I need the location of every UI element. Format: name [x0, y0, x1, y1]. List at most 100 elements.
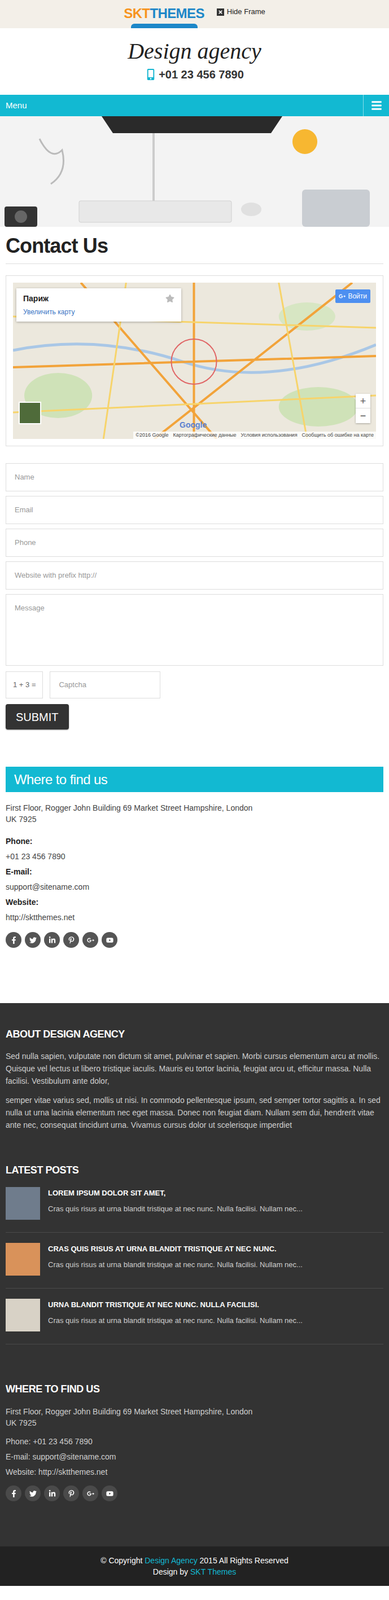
- post-thumbnail: [5, 1299, 41, 1333]
- footer-latest-posts: LATEST POSTSLOREM IPSUM DOLOR SIT AMET,C…: [5, 1163, 384, 1346]
- facebook-icon: [10, 1491, 18, 1499]
- map-login-button[interactable]: Войти: [335, 289, 371, 304]
- contact-info: Where to find us First Floor, Rogger John…: [5, 767, 384, 1004]
- map-attribution: ©2016 GoogleКартографические данные Услов…: [133, 431, 377, 440]
- skt-logo[interactable]: SKTTHEMES: [123, 0, 205, 29]
- site-header: Design agency+01 23 456 7890: [0, 28, 389, 95]
- post-title[interactable]: LOREM IPSUM DOLOR SIT AMET,: [47, 1189, 303, 1200]
- youtube-icon: [106, 1491, 114, 1499]
- post-thumbnail: [5, 1187, 41, 1221]
- nav-bar: Menu: [0, 94, 389, 117]
- post-thumbnail: [5, 1243, 41, 1277]
- hamburger-icon: [370, 99, 383, 112]
- social-link[interactable]: [82, 932, 99, 949]
- attribution-item[interactable]: Условия использования: [241, 431, 298, 440]
- contact-item: Phone:+01 23 456 7890: [5, 834, 384, 865]
- map-info-card: Париж Увеличить карту: [16, 288, 182, 322]
- contact-item: E-mail:support@sitename.com: [5, 864, 384, 896]
- post-item[interactable]: LOREM IPSUM DOLOR SIT AMET, Cras quis ris…: [5, 1187, 384, 1234]
- attribution-item[interactable]: Сообщить об ошибке на карте: [302, 431, 374, 440]
- site-title[interactable]: Design agency: [127, 40, 262, 63]
- linkedin-icon: [48, 937, 56, 945]
- social-link[interactable]: [44, 932, 60, 949]
- form-input[interactable]: Name: [5, 463, 384, 492]
- social-link[interactable]: [24, 1486, 41, 1503]
- pinterest-icon: [67, 1491, 76, 1499]
- google-plus-icon: [86, 937, 95, 945]
- about-paragraph: Sed nulla sapien, vulputate non dictum s…: [5, 1050, 384, 1088]
- copyright-link[interactable]: Design Agency: [144, 1557, 198, 1567]
- social-link[interactable]: [101, 1486, 118, 1503]
- post-excerpt: Cras quis risus at urna blandit tristiqu…: [47, 1260, 303, 1271]
- logo-tab: [130, 23, 198, 29]
- captcha-question: 1 + 3 =: [5, 671, 43, 699]
- footer-about: ABOUT DESIGN AGENCYSed nulla sapien, vul…: [5, 1027, 384, 1132]
- footer-contact-item: Phone: +01 23 456 7890: [5, 1435, 384, 1451]
- social-link[interactable]: [5, 932, 22, 949]
- social-link[interactable]: [5, 1486, 22, 1503]
- zoom-in-button[interactable]: +: [355, 394, 371, 409]
- close-icon: [217, 9, 224, 15]
- google-plus-icon: [338, 293, 346, 300]
- footer-contact-item: E-mail: support@sitename.com: [5, 1450, 384, 1466]
- hide-frame-button[interactable]: Hide Frame: [216, 0, 266, 29]
- satellite-toggle[interactable]: [18, 401, 42, 425]
- phone-icon: [145, 68, 157, 81]
- copyright: © Copyright Design Agency 2015 All Right…: [100, 1556, 289, 1568]
- demo-frame-bar: SKTTHEMES Hide Frame: [0, 0, 389, 29]
- facebook-icon: [10, 937, 18, 945]
- youtube-icon: [106, 937, 114, 945]
- social-link[interactable]: [63, 1486, 80, 1503]
- contact-form: Name Email Phone Website with prefix http:/…: [5, 463, 384, 731]
- message-textarea[interactable]: Message: [5, 594, 384, 667]
- social-link[interactable]: [24, 932, 41, 949]
- map-enlarge-link[interactable]: Увеличить карту: [23, 307, 75, 318]
- twitter-icon: [29, 1491, 37, 1499]
- form-input[interactable]: Phone: [5, 529, 384, 558]
- contact-item: Website:http://sktthemes.net: [5, 895, 384, 926]
- post-excerpt: Cras quis risus at urna blandit tristiqu…: [47, 1204, 303, 1215]
- pinterest-icon: [67, 937, 76, 945]
- captcha-row: 1 + 3 =Captcha: [5, 671, 384, 699]
- post-title[interactable]: URNA BLANDIT TRISTIQUE AT NEC NUNC. NULL…: [47, 1300, 303, 1311]
- about-paragraph: semper vitae varius sed, mollis ut nisi.…: [5, 1094, 384, 1132]
- post-title[interactable]: CRAS QUIS RISUS AT URNA BLANDIT TRISTIQU…: [47, 1244, 303, 1256]
- map[interactable]: ПарижУвеличить картуВойти+−Google©2016 G…: [12, 282, 377, 440]
- twitter-icon: [29, 937, 37, 945]
- form-input[interactable]: Website with prefix http://: [5, 561, 384, 590]
- social-link[interactable]: [82, 1486, 99, 1503]
- form-input[interactable]: Email: [5, 496, 384, 525]
- submit-button[interactable]: SUBMIT: [5, 704, 69, 731]
- attribution-item[interactable]: Картографические данные: [172, 431, 236, 440]
- desk-illustration: [0, 116, 389, 227]
- zoom-out-button[interactable]: −: [355, 408, 371, 424]
- menu-label[interactable]: Menu: [0, 94, 28, 117]
- post-item[interactable]: CRAS QUIS RISUS AT URNA BLANDIT TRISTIQU…: [5, 1243, 384, 1290]
- zoom-controls: +−: [355, 394, 371, 424]
- star-icon[interactable]: [165, 294, 175, 304]
- social-links: [5, 1486, 384, 1503]
- post-excerpt: Cras quis risus at urna blandit tristiqu…: [47, 1316, 303, 1327]
- footer-contact-item: Website: http://sktthemes.net: [5, 1465, 384, 1481]
- captcha-input[interactable]: Captcha: [49, 671, 161, 699]
- content: Contact UsПарижУвеличить картуВойти+−Goo…: [0, 233, 389, 1004]
- contact-heading: Where to find us: [5, 767, 384, 793]
- linkedin-icon: [48, 1491, 56, 1499]
- map-place: Париж: [23, 293, 75, 305]
- attribution-item: ©2016 Google: [135, 431, 169, 440]
- bottom-bar: © Copyright Design Agency 2015 All Right…: [0, 1547, 389, 1588]
- social-link[interactable]: [44, 1486, 60, 1503]
- google-plus-icon: [86, 1491, 95, 1499]
- footer-find-us: WHERE TO FIND USFirst Floor, Rogger John…: [5, 1382, 384, 1503]
- hero-image: [0, 116, 389, 227]
- menu-toggle[interactable]: [363, 94, 389, 117]
- map-box: ПарижУвеличить картуВойти+−Google©2016 G…: [5, 275, 384, 447]
- contact-address: First Floor, Rogger John Building 69 Mar…: [5, 802, 384, 826]
- post-item[interactable]: URNA BLANDIT TRISTIQUE AT NEC NUNC. NULL…: [5, 1299, 384, 1346]
- page-title: Contact Us: [5, 233, 384, 265]
- social-links: [5, 932, 384, 949]
- social-link[interactable]: [63, 932, 80, 949]
- credit-link[interactable]: SKT Themes: [190, 1568, 236, 1578]
- page: SKTTHEMES Hide FrameDesign agency+01 23 4…: [0, 0, 389, 1588]
- social-link[interactable]: [101, 932, 118, 949]
